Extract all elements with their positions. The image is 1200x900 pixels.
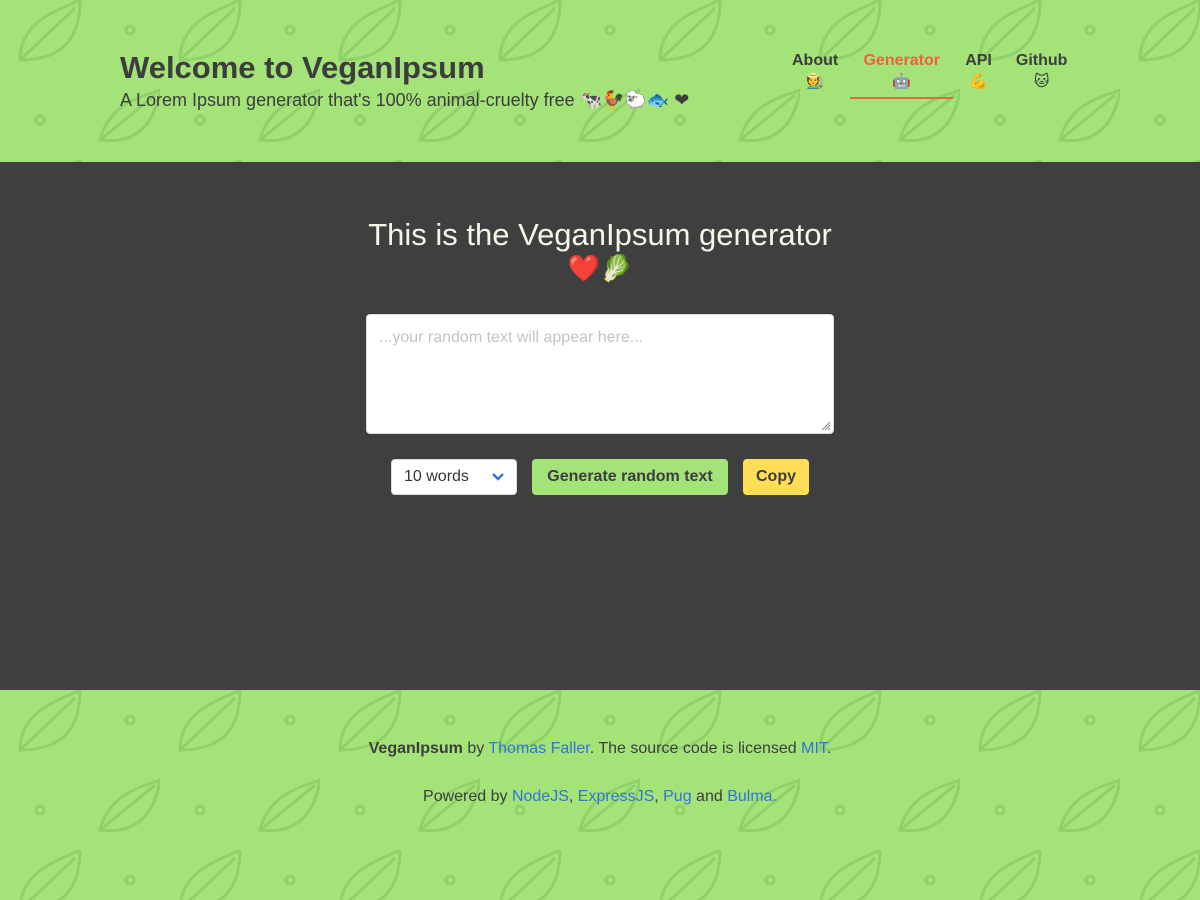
cat-icon: 🐱 [1033, 73, 1050, 90]
generator-controls: 10 words Generate random text Copy [391, 459, 809, 495]
header: Welcome to VeganIpsum A Lorem Ipsum gene… [0, 0, 1200, 162]
main-nav: About 🧑‍🌾 Generator 🤖 API 💪 Github 🐱 [780, 50, 1079, 99]
resize-grip-icon[interactable] [819, 419, 831, 431]
nav-generator[interactable]: Generator 🤖 [850, 50, 954, 99]
nav-github[interactable]: Github 🐱 [1004, 50, 1080, 99]
footer-brand: VeganIpsum [368, 740, 463, 757]
footer-license-text: . The source code is licensed [589, 740, 802, 757]
nav-github-label: Github [1015, 52, 1068, 69]
generator-section: This is the VeganIpsum generator ❤️🥬 ...… [0, 162, 1200, 690]
expressjs-link[interactable]: ExpressJS [578, 788, 654, 805]
footer-period: . [826, 740, 832, 757]
footer-powered-by: Powered by NodeJS, ExpressJS, Pug and Bu… [0, 788, 1200, 806]
nodejs-link[interactable]: NodeJS [512, 788, 569, 805]
robot-icon: 🤖 [892, 73, 912, 90]
word-count-select[interactable]: 10 words [391, 459, 517, 495]
nav-about-label: About [792, 52, 839, 69]
nav-generator-label: Generator [863, 52, 940, 69]
separator: , [654, 788, 664, 805]
output-textarea[interactable]: ...your random text will appear here... [366, 314, 834, 434]
brand: Welcome to VeganIpsum A Lorem Ipsum gene… [120, 50, 689, 114]
generator-title-text: This is the VeganIpsum generator [368, 217, 832, 252]
separator: , [568, 788, 578, 805]
copy-button[interactable]: Copy [743, 459, 809, 495]
bulma-link[interactable]: Bulma. [727, 788, 777, 805]
farmer-icon: 🧑‍🌾 [805, 73, 825, 90]
generator-title: This is the VeganIpsum generator ❤️🥬 [0, 218, 1200, 284]
pug-link[interactable]: Pug [663, 788, 691, 805]
footer-credits: VeganIpsum by Thomas Faller. The source … [0, 740, 1200, 758]
footer-by: by [462, 740, 489, 757]
output-placeholder: ...your random text will appear here... [379, 329, 644, 346]
author-link[interactable]: Thomas Faller [488, 740, 589, 757]
word-count-value: 10 words [404, 468, 469, 485]
nav-about[interactable]: About 🧑‍🌾 [780, 50, 850, 99]
generate-button[interactable]: Generate random text [532, 459, 728, 495]
flexed-biceps-icon: 💪 [969, 73, 988, 90]
license-link[interactable]: MIT [801, 740, 827, 757]
chevron-down-icon [492, 473, 504, 481]
nav-api-label: API [965, 52, 992, 69]
site-title: Welcome to VeganIpsum [120, 50, 485, 85]
footer: VeganIpsum by Thomas Faller. The source … [0, 690, 1200, 900]
powered-by-label: Powered by [423, 788, 512, 805]
heart-leaf-icon: ❤️🥬 [567, 253, 633, 283]
and-text: and [691, 788, 728, 805]
nav-api[interactable]: API 💪 [953, 50, 1004, 99]
site-subtitle: A Lorem Ipsum generator that's 100% anim… [120, 90, 690, 110]
